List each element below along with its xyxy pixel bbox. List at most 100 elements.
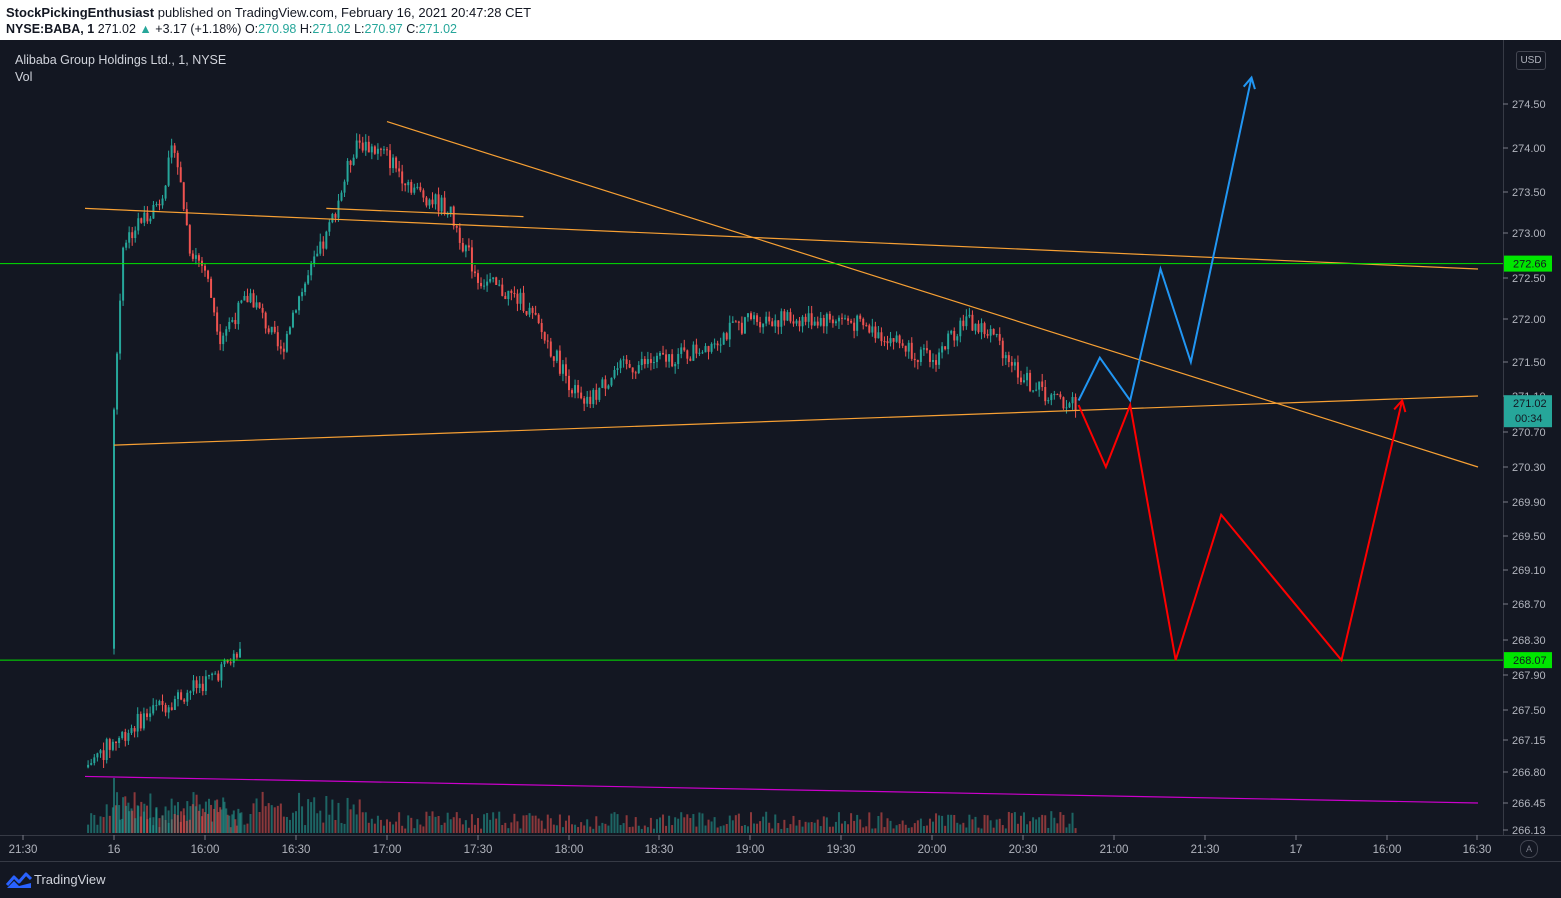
- candle-body: [901, 343, 904, 346]
- candle-body: [774, 320, 777, 327]
- candle-body: [907, 342, 910, 352]
- volume-bar: [889, 820, 892, 833]
- candle-body: [334, 214, 337, 218]
- candle-body: [176, 152, 179, 168]
- volume-bar: [743, 824, 746, 833]
- candle-body: [610, 377, 613, 386]
- time-tick-label: 20:30: [1009, 844, 1038, 856]
- candle-body: [239, 648, 241, 658]
- candle-body: [352, 157, 355, 165]
- volume-bar: [386, 819, 388, 833]
- candle-body: [340, 192, 343, 201]
- time-tick-label: 21:00: [1100, 844, 1129, 856]
- candle-body: [577, 385, 580, 393]
- candle-body: [998, 334, 1001, 341]
- volume-bar: [492, 812, 495, 833]
- time-tick-label: 16:00: [191, 844, 220, 856]
- volume-bar: [828, 826, 831, 833]
- candle-body: [1019, 377, 1022, 383]
- open-label: O:: [244, 22, 259, 36]
- volume-bar: [589, 826, 592, 833]
- candle-body: [195, 680, 198, 688]
- candle-body: [386, 149, 388, 151]
- candle-body: [1065, 407, 1068, 409]
- candle-body: [249, 293, 252, 303]
- author-name[interactable]: StockPickingEnthusiast: [6, 5, 154, 20]
- volume-bar: [1032, 817, 1035, 833]
- candle-body: [325, 231, 328, 249]
- candle-body: [619, 360, 622, 369]
- time-tick-label: 17:30: [464, 844, 493, 856]
- volume-bar: [370, 818, 373, 833]
- volume-bar: [1062, 814, 1065, 833]
- volume-bar: [349, 809, 352, 833]
- volume-bar: [258, 812, 261, 833]
- candle-body: [182, 182, 185, 210]
- candle-body: [825, 313, 828, 327]
- candle-body: [87, 764, 90, 768]
- volume-bar: [850, 813, 853, 833]
- volume-bar: [950, 814, 953, 833]
- candle-body: [128, 232, 131, 243]
- volume-bar: [628, 827, 631, 833]
- candle-body: [422, 190, 425, 198]
- volume-bar: [1071, 812, 1074, 833]
- volume-bar: [161, 815, 164, 833]
- candle-body: [652, 362, 655, 364]
- candle-body: [543, 332, 546, 341]
- candle-body: [1016, 362, 1019, 378]
- volume-bar: [925, 825, 928, 833]
- symbol-title[interactable]: Alibaba Group Holdings Ltd., 1, NYSE: [15, 52, 226, 69]
- volume-bar: [540, 820, 543, 833]
- candle-body: [367, 141, 370, 153]
- volume-bar: [780, 828, 783, 833]
- candle-body: [355, 140, 358, 158]
- volume-bar: [822, 816, 825, 833]
- volume-bar: [680, 812, 683, 833]
- volume-bar: [204, 812, 206, 833]
- volume-indicator-label[interactable]: Vol: [15, 69, 226, 86]
- volume-bar: [825, 817, 828, 833]
- price-tick-label: 266.80: [1512, 767, 1546, 779]
- candle-body: [498, 284, 501, 286]
- volume-bar: [140, 801, 143, 833]
- candle-body: [307, 275, 310, 284]
- candle-body: [1050, 394, 1053, 401]
- volume-bar: [607, 825, 610, 833]
- candle-body: [837, 317, 840, 322]
- volume-bar: [965, 827, 968, 833]
- candle-body: [719, 344, 722, 346]
- volume-bar: [531, 815, 534, 833]
- price-chart[interactable]: 274.50 274.00 273.50 273.00 272.50 272.00 271.…: [0, 40, 1561, 862]
- candle-body: [822, 317, 825, 327]
- auto-scale-button[interactable]: A: [1520, 840, 1538, 858]
- volume-bar: [449, 819, 452, 833]
- candle-body: [1001, 340, 1004, 359]
- candle-body: [743, 317, 746, 334]
- candle-body: [1056, 394, 1059, 396]
- candle-body: [392, 157, 395, 169]
- candle-body: [115, 741, 117, 744]
- volume-bar: [343, 823, 346, 833]
- candle-body: [674, 364, 677, 367]
- volume-bar: [467, 827, 470, 833]
- candle-body: [762, 323, 765, 328]
- currency-badge[interactable]: USD: [1516, 51, 1546, 70]
- volume-bar: [837, 812, 840, 833]
- candle-body: [583, 398, 586, 404]
- candle-body: [237, 302, 240, 325]
- candle-body: [125, 242, 128, 248]
- volume-bar: [155, 807, 158, 833]
- volume-bar: [865, 826, 868, 833]
- volume-bar: [407, 815, 410, 833]
- candle-body: [665, 354, 668, 362]
- price-tick-label: 266.45: [1512, 798, 1546, 810]
- candle-body: [134, 230, 137, 239]
- level-price-label: 272.66: [1513, 259, 1547, 271]
- volume-bar: [228, 815, 231, 833]
- volume-bar: [853, 820, 856, 833]
- candle-body: [828, 313, 831, 320]
- volume-bar: [322, 822, 325, 833]
- volume-bar: [683, 817, 686, 833]
- volume-bar: [737, 813, 740, 833]
